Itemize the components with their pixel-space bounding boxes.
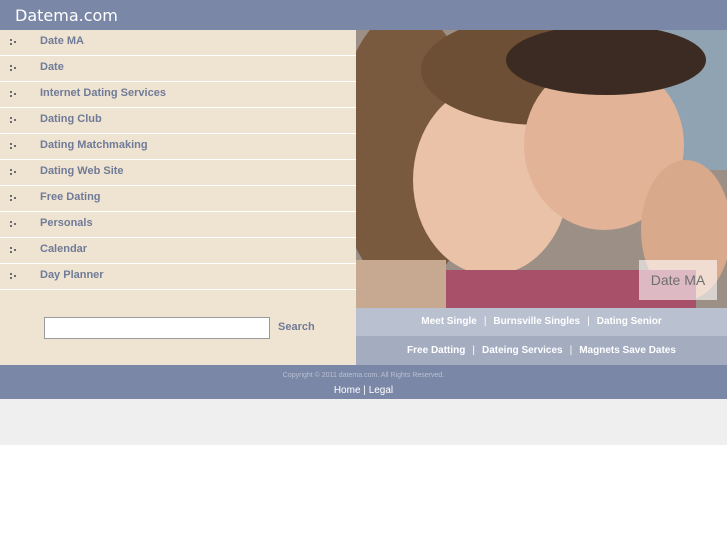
link-burnsville-singles[interactable]: Burnsville Singles [493, 316, 580, 327]
sidebar-item-label: Date [40, 61, 64, 73]
link-magnets-save-dates[interactable]: Magnets Save Dates [579, 345, 676, 356]
hero-photo: Date MA [356, 30, 727, 308]
bullet-icon [10, 65, 18, 73]
bullet-icon [10, 247, 18, 255]
sidebar-item-dating-matchmaking[interactable]: Dating Matchmaking [0, 134, 356, 160]
sidebar-item-label: Internet Dating Services [40, 87, 166, 99]
link-dating-senior[interactable]: Dating Senior [597, 316, 662, 327]
footer-home-link[interactable]: Home [334, 385, 361, 396]
bullet-icon [10, 221, 18, 229]
sidebar-item-free-dating[interactable]: Free Dating [0, 186, 356, 212]
site-footer: Copyright © 2011 datema.com. All Rights … [0, 365, 727, 399]
sidebar-item-label: Personals [40, 217, 93, 229]
sidebar-item-label: Dating Web Site [40, 165, 124, 177]
bullet-icon [10, 195, 18, 203]
sidebar-item-dating-web-site[interactable]: Dating Web Site [0, 160, 356, 186]
link-separator: | [483, 316, 487, 327]
bullet-icon [10, 169, 18, 177]
link-free-datting[interactable]: Free Datting [407, 345, 465, 356]
sidebar-item-label: Dating Club [40, 113, 102, 125]
sidebar-item-label: Day Planner [40, 269, 104, 281]
link-dateing-services[interactable]: Dateing Services [482, 345, 563, 356]
footer-separator: | [363, 385, 366, 396]
links-row-2: Free Datting | Dateing Services | Magnets Sa… [356, 336, 727, 365]
sidebar-item-label: Calendar [40, 243, 88, 255]
sidebar-item-dating-club[interactable]: Dating Club [0, 108, 356, 134]
copyright-text: Copyright © 2011 datema.com. All Rights … [282, 372, 445, 379]
search-button[interactable]: Search [278, 321, 315, 333]
sidebar-item-label: Date MA [40, 35, 85, 47]
sidebar-item-date[interactable]: Date [0, 56, 356, 82]
sidebar-item-label: Free Dating [40, 191, 101, 203]
bullet-icon [10, 39, 18, 47]
link-separator: | [569, 345, 573, 356]
links-row-1: Meet Single | Burnsville Singles | Dating Se… [356, 308, 727, 336]
bullet-icon [10, 143, 18, 151]
bullet-icon [10, 117, 18, 125]
sidebar-item-date-ma[interactable]: Date MA [0, 30, 356, 56]
site-title[interactable]: Datema.com [15, 6, 118, 25]
sidebar-item-label: Dating Matchmaking [40, 139, 148, 151]
bottom-strip [0, 399, 727, 445]
sidebar-item-day-planner[interactable]: Day Planner [0, 264, 356, 290]
link-separator: | [587, 316, 590, 327]
footer-links: Home | Legal [0, 385, 727, 396]
site-header: Datema.com [0, 0, 727, 30]
sidebar-menu: Date MA Date Internet Dating Services Da… [0, 30, 356, 290]
sidebar-item-calendar[interactable]: Calendar [0, 238, 356, 264]
sidebar-item-internet-dating-services[interactable]: Internet Dating Services [0, 82, 356, 108]
photo-caption: Date MA [639, 260, 717, 300]
footer-legal-link[interactable]: Legal [369, 385, 393, 396]
link-meet-single[interactable]: Meet Single [421, 316, 477, 327]
sidebar: Date MA Date Internet Dating Services Da… [0, 30, 356, 365]
link-separator: | [472, 345, 475, 356]
bullet-icon [10, 91, 18, 99]
bullet-icon [10, 273, 18, 281]
search-input[interactable] [44, 317, 270, 339]
sidebar-item-personals[interactable]: Personals [0, 212, 356, 238]
